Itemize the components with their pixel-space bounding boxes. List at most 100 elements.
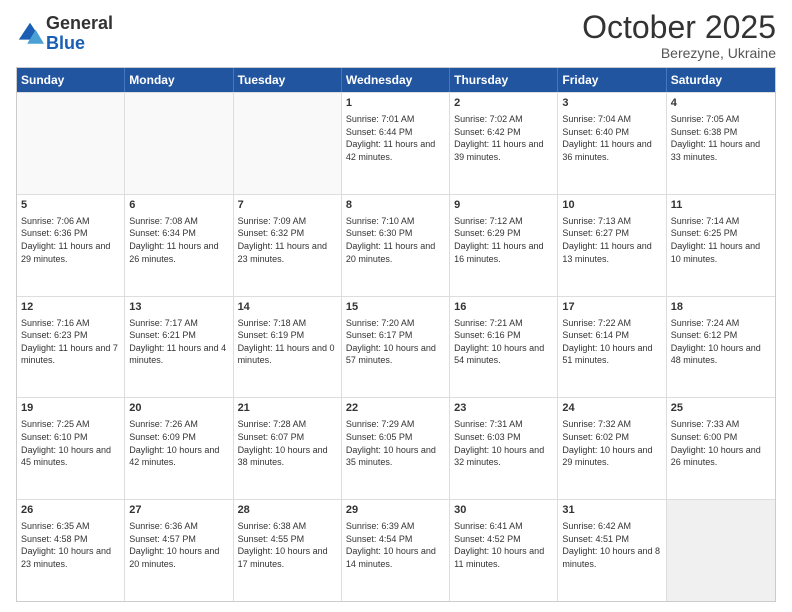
day-number: 24 (562, 401, 661, 416)
day-number: 3 (562, 96, 661, 111)
cell-info: Sunrise: 7:33 AM Sunset: 6:00 PM Dayligh… (671, 418, 771, 468)
header-cell-monday: Monday (125, 68, 233, 92)
cell-info: Sunrise: 6:42 AM Sunset: 4:51 PM Dayligh… (562, 520, 661, 570)
cell-info: Sunrise: 7:17 AM Sunset: 6:21 PM Dayligh… (129, 317, 228, 367)
cell-info: Sunrise: 7:02 AM Sunset: 6:42 PM Dayligh… (454, 113, 553, 163)
header-cell-wednesday: Wednesday (342, 68, 450, 92)
day-number: 21 (238, 401, 337, 416)
logo-text: General Blue (46, 14, 113, 54)
header-cell-tuesday: Tuesday (234, 68, 342, 92)
cal-cell (234, 93, 342, 194)
day-number: 31 (562, 503, 661, 518)
cal-cell: 2 Sunrise: 7:02 AM Sunset: 6:42 PM Daylig… (450, 93, 558, 194)
cal-cell: 18 Sunrise: 7:24 AM Sunset: 6:12 PM Dayli… (667, 297, 775, 398)
day-number: 30 (454, 503, 553, 518)
day-number: 10 (562, 198, 661, 213)
day-number: 23 (454, 401, 553, 416)
cell-info: Sunrise: 7:05 AM Sunset: 6:38 PM Dayligh… (671, 113, 771, 163)
day-number: 14 (238, 300, 337, 315)
day-number: 5 (21, 198, 120, 213)
header-cell-sunday: Sunday (17, 68, 125, 92)
month-title: October 2025 (582, 10, 776, 45)
cell-info: Sunrise: 7:31 AM Sunset: 6:03 PM Dayligh… (454, 418, 553, 468)
cell-info: Sunrise: 6:41 AM Sunset: 4:52 PM Dayligh… (454, 520, 553, 570)
cal-cell: 29 Sunrise: 6:39 AM Sunset: 4:54 PM Dayli… (342, 500, 450, 601)
cell-info: Sunrise: 6:38 AM Sunset: 4:55 PM Dayligh… (238, 520, 337, 570)
cal-row-0: 1Sunrise: 7:01 AM Sunset: 6:44 PM Daylig… (17, 92, 775, 194)
cell-info: Sunrise: 7:20 AM Sunset: 6:17 PM Dayligh… (346, 317, 445, 367)
cell-info: Sunrise: 7:28 AM Sunset: 6:07 PM Dayligh… (238, 418, 337, 468)
cal-cell: 10 Sunrise: 7:13 AM Sunset: 6:27 PM Dayli… (558, 195, 666, 296)
day-number: 26 (21, 503, 120, 518)
header-cell-saturday: Saturday (667, 68, 775, 92)
day-number: 12 (21, 300, 120, 315)
day-number: 28 (238, 503, 337, 518)
day-number: 29 (346, 503, 445, 518)
cal-cell: 31 Sunrise: 6:42 AM Sunset: 4:51 PM Dayli… (558, 500, 666, 601)
cal-cell (125, 93, 233, 194)
cell-info: Sunrise: 7:29 AM Sunset: 6:05 PM Dayligh… (346, 418, 445, 468)
logo-general: General (46, 14, 113, 34)
cal-cell: 25 Sunrise: 7:33 AM Sunset: 6:00 PM Dayli… (667, 398, 775, 499)
cal-row-2: 12 Sunrise: 7:16 AM Sunset: 6:23 PM Dayli… (17, 296, 775, 398)
cell-info: Sunrise: 7:25 AM Sunset: 6:10 PM Dayligh… (21, 418, 120, 468)
cell-info: Sunrise: 7:14 AM Sunset: 6:25 PM Dayligh… (671, 215, 771, 265)
cal-cell: 26 Sunrise: 6:35 AM Sunset: 4:58 PM Dayli… (17, 500, 125, 601)
cell-info: Sunrise: 7:04 AM Sunset: 6:40 PM Dayligh… (562, 113, 661, 163)
cal-cell: 5Sunrise: 7:06 AM Sunset: 6:36 PM Daylig… (17, 195, 125, 296)
header-cell-friday: Friday (558, 68, 666, 92)
day-number: 15 (346, 300, 445, 315)
cal-cell: 9 Sunrise: 7:12 AM Sunset: 6:29 PM Daylig… (450, 195, 558, 296)
logo-icon (16, 20, 44, 48)
cell-info: Sunrise: 7:10 AM Sunset: 6:30 PM Dayligh… (346, 215, 445, 265)
page: General Blue October 2025 Berezyne, Ukra… (0, 0, 792, 612)
cal-cell: 24 Sunrise: 7:32 AM Sunset: 6:02 PM Dayli… (558, 398, 666, 499)
day-number: 8 (346, 198, 445, 213)
cal-cell (667, 500, 775, 601)
cal-cell: 16 Sunrise: 7:21 AM Sunset: 6:16 PM Dayli… (450, 297, 558, 398)
day-number: 6 (129, 198, 228, 213)
day-number: 25 (671, 401, 771, 416)
cell-info: Sunrise: 7:08 AM Sunset: 6:34 PM Dayligh… (129, 215, 228, 265)
calendar-body: 1Sunrise: 7:01 AM Sunset: 6:44 PM Daylig… (17, 92, 775, 601)
day-number: 9 (454, 198, 553, 213)
cal-cell: 21 Sunrise: 7:28 AM Sunset: 6:07 PM Dayli… (234, 398, 342, 499)
day-number: 22 (346, 401, 445, 416)
day-number: 1 (346, 96, 445, 111)
cell-info: Sunrise: 7:12 AM Sunset: 6:29 PM Dayligh… (454, 215, 553, 265)
cell-info: Sunrise: 7:24 AM Sunset: 6:12 PM Dayligh… (671, 317, 771, 367)
cal-cell: 15 Sunrise: 7:20 AM Sunset: 6:17 PM Dayli… (342, 297, 450, 398)
cal-cell: 22 Sunrise: 7:29 AM Sunset: 6:05 PM Dayli… (342, 398, 450, 499)
cal-cell: 27Sunrise: 6:36 AM Sunset: 4:57 PM Dayli… (125, 500, 233, 601)
cell-info: Sunrise: 7:09 AM Sunset: 6:32 PM Dayligh… (238, 215, 337, 265)
calendar-header: SundayMondayTuesdayWednesdayThursdayFrid… (17, 68, 775, 92)
cal-cell: 20Sunrise: 7:26 AM Sunset: 6:09 PM Dayli… (125, 398, 233, 499)
cal-cell: 14Sunrise: 7:18 AM Sunset: 6:19 PM Dayli… (234, 297, 342, 398)
day-number: 27 (129, 503, 228, 518)
cal-cell (17, 93, 125, 194)
day-number: 20 (129, 401, 228, 416)
cal-cell: 7Sunrise: 7:09 AM Sunset: 6:32 PM Daylig… (234, 195, 342, 296)
header-cell-thursday: Thursday (450, 68, 558, 92)
day-number: 2 (454, 96, 553, 111)
calendar: SundayMondayTuesdayWednesdayThursdayFrid… (16, 67, 776, 602)
cal-cell: 30 Sunrise: 6:41 AM Sunset: 4:52 PM Dayli… (450, 500, 558, 601)
cal-cell: 1Sunrise: 7:01 AM Sunset: 6:44 PM Daylig… (342, 93, 450, 194)
cell-info: Sunrise: 7:16 AM Sunset: 6:23 PM Dayligh… (21, 317, 120, 367)
logo: General Blue (16, 14, 113, 54)
day-number: 18 (671, 300, 771, 315)
cell-info: Sunrise: 7:32 AM Sunset: 6:02 PM Dayligh… (562, 418, 661, 468)
cell-info: Sunrise: 7:21 AM Sunset: 6:16 PM Dayligh… (454, 317, 553, 367)
cell-info: Sunrise: 7:22 AM Sunset: 6:14 PM Dayligh… (562, 317, 661, 367)
cal-row-4: 26 Sunrise: 6:35 AM Sunset: 4:58 PM Dayli… (17, 499, 775, 601)
cal-row-1: 5Sunrise: 7:06 AM Sunset: 6:36 PM Daylig… (17, 194, 775, 296)
day-number: 19 (21, 401, 120, 416)
day-number: 13 (129, 300, 228, 315)
day-number: 16 (454, 300, 553, 315)
cell-info: Sunrise: 7:13 AM Sunset: 6:27 PM Dayligh… (562, 215, 661, 265)
cal-cell: 17Sunrise: 7:22 AM Sunset: 6:14 PM Dayli… (558, 297, 666, 398)
cell-info: Sunrise: 6:39 AM Sunset: 4:54 PM Dayligh… (346, 520, 445, 570)
cal-row-3: 19 Sunrise: 7:25 AM Sunset: 6:10 PM Dayli… (17, 397, 775, 499)
header: General Blue October 2025 Berezyne, Ukra… (16, 10, 776, 61)
cell-info: Sunrise: 6:35 AM Sunset: 4:58 PM Dayligh… (21, 520, 120, 570)
